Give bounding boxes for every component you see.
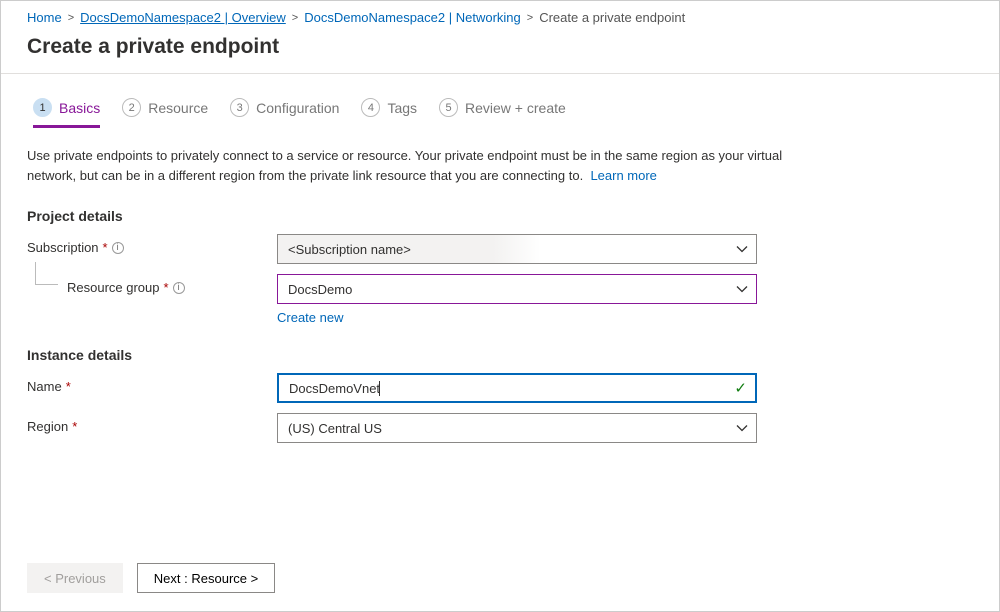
chevron-right-icon: > bbox=[292, 12, 298, 24]
tab-basics[interactable]: 1 Basics bbox=[33, 98, 100, 128]
text-caret bbox=[379, 381, 380, 396]
breadcrumb-ns-networking[interactable]: DocsDemoNamespace2 | Networking bbox=[304, 10, 521, 25]
select-value: DocsDemo bbox=[288, 282, 352, 297]
label-text: Resource group bbox=[67, 280, 160, 295]
chevron-right-icon: > bbox=[68, 12, 74, 24]
select-value: <Subscription name> bbox=[288, 242, 411, 257]
breadcrumb: Home > DocsDemoNamespace2 | Overview > D… bbox=[1, 1, 999, 31]
breadcrumb-current: Create a private endpoint bbox=[539, 10, 685, 25]
section-instance-details: Instance details bbox=[27, 347, 973, 363]
label-text: Subscription bbox=[27, 240, 99, 255]
tab-tags[interactable]: 4 Tags bbox=[361, 98, 417, 128]
input-value: DocsDemoVnet bbox=[289, 381, 380, 396]
wizard-tabs: 1 Basics 2 Resource 3 Configuration 4 Ta… bbox=[27, 74, 973, 128]
label-resource-group: Resource group * i bbox=[27, 274, 277, 295]
page-title: Create a private endpoint bbox=[1, 31, 999, 74]
tab-label: Review + create bbox=[465, 100, 566, 116]
required-marker: * bbox=[72, 419, 77, 434]
intro-text: Use private endpoints to privately conne… bbox=[27, 146, 787, 186]
section-project-details: Project details bbox=[27, 208, 973, 224]
tab-label: Resource bbox=[148, 100, 208, 116]
required-marker: * bbox=[103, 240, 108, 255]
field-resource-group: Resource group * i DocsDemo Create new bbox=[27, 274, 973, 325]
label-subscription: Subscription * i bbox=[27, 234, 277, 255]
label-text: Name bbox=[27, 379, 62, 394]
step-number: 5 bbox=[439, 98, 458, 117]
info-icon[interactable]: i bbox=[173, 282, 185, 294]
field-region: Region * (US) Central US bbox=[27, 413, 973, 443]
resource-group-select[interactable]: DocsDemo bbox=[277, 274, 757, 304]
previous-button[interactable]: < Previous bbox=[27, 563, 123, 593]
create-new-link[interactable]: Create new bbox=[277, 310, 343, 325]
wizard-footer: < Previous Next : Resource > bbox=[1, 551, 999, 611]
intro-body: Use private endpoints to privately conne… bbox=[27, 148, 782, 183]
step-number: 1 bbox=[33, 98, 52, 117]
next-button[interactable]: Next : Resource > bbox=[137, 563, 275, 593]
field-name: Name * DocsDemoVnet ✓ bbox=[27, 373, 973, 403]
step-number: 2 bbox=[122, 98, 141, 117]
required-marker: * bbox=[164, 280, 169, 295]
region-select[interactable]: (US) Central US bbox=[277, 413, 757, 443]
breadcrumb-ns-overview[interactable]: DocsDemoNamespace2 | Overview bbox=[80, 10, 286, 25]
label-region: Region * bbox=[27, 413, 277, 434]
required-marker: * bbox=[66, 379, 71, 394]
subscription-select[interactable]: <Subscription name> bbox=[277, 234, 757, 264]
tab-label: Configuration bbox=[256, 100, 339, 116]
learn-more-link[interactable]: Learn more bbox=[590, 168, 656, 183]
label-text: Region bbox=[27, 419, 68, 434]
label-name: Name * bbox=[27, 373, 277, 394]
breadcrumb-home[interactable]: Home bbox=[27, 10, 62, 25]
info-icon[interactable]: i bbox=[112, 242, 124, 254]
tab-resource[interactable]: 2 Resource bbox=[122, 98, 208, 128]
tab-label: Tags bbox=[387, 100, 417, 116]
field-subscription: Subscription * i <Subscription name> bbox=[27, 234, 973, 264]
tab-configuration[interactable]: 3 Configuration bbox=[230, 98, 339, 128]
select-value: (US) Central US bbox=[288, 421, 382, 436]
step-number: 4 bbox=[361, 98, 380, 117]
chevron-right-icon: > bbox=[527, 12, 533, 24]
tab-label: Basics bbox=[59, 100, 100, 116]
step-number: 3 bbox=[230, 98, 249, 117]
tab-review[interactable]: 5 Review + create bbox=[439, 98, 566, 128]
name-input[interactable]: DocsDemoVnet bbox=[277, 373, 757, 403]
